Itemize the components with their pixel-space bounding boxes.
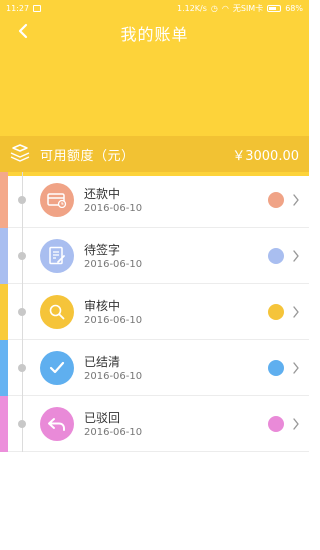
- timeline-dot: [18, 196, 26, 204]
- coin-stack-icon: [8, 143, 32, 165]
- search-icon: [40, 295, 74, 329]
- bill-status: 还款中: [84, 187, 121, 201]
- bill-row-rejected[interactable]: 已驳回 2016-06-10: [0, 396, 309, 452]
- bill-row-settled[interactable]: 已结清 2016-06-10: [0, 340, 309, 396]
- status-bar: 11:27 1.12K/s ◷ ◠ 无SIM卡 68%: [0, 0, 309, 16]
- notification-icon: [33, 4, 42, 12]
- bill-row-under-review[interactable]: 审核中 2016-06-10: [0, 284, 309, 340]
- status-color-dot: [268, 248, 284, 264]
- bill-page: 11:27 1.12K/s ◷ ◠ 无SIM卡 68% 我的账单 可用额度（元）…: [0, 0, 309, 550]
- status-color-dot: [268, 416, 284, 432]
- header: 11:27 1.12K/s ◷ ◠ 无SIM卡 68% 我的账单 可用额度（元）…: [0, 0, 309, 176]
- bill-list: 还款中 2016-06-10 待签字 2016-06-10 审核中 2016-0…: [0, 172, 309, 452]
- bill-date: 2016-06-10: [84, 371, 143, 382]
- chevron-right-icon: [293, 418, 299, 430]
- undo-arrow-icon: [40, 407, 74, 441]
- chevron-right-icon: [293, 362, 299, 374]
- document-sign-icon: [40, 239, 74, 273]
- status-time: 11:27: [6, 3, 30, 13]
- credit-amount: ￥3000.00: [232, 148, 299, 164]
- network-speed: 1.12K/s: [176, 3, 207, 13]
- battery-level: 68%: [285, 3, 303, 13]
- bill-date: 2016-06-10: [84, 315, 143, 326]
- check-icon: [40, 351, 74, 385]
- status-color-dot: [268, 192, 284, 208]
- alarm-icon: ◷: [210, 3, 218, 13]
- credit-bar: 可用额度（元） ￥3000.00: [0, 136, 309, 172]
- status-color-dot: [268, 304, 284, 320]
- bill-date: 2016-06-10: [84, 259, 143, 270]
- timeline-dot: [18, 252, 26, 260]
- status-stripe: [0, 172, 8, 228]
- bill-date: 2016-06-10: [84, 203, 143, 214]
- timeline-dot: [18, 364, 26, 372]
- page-title: 我的账单: [120, 25, 189, 44]
- status-color-dot: [268, 360, 284, 376]
- bill-status: 待签字: [84, 243, 121, 257]
- card-icon: [40, 183, 74, 217]
- timeline-dot: [18, 308, 26, 316]
- bill-status: 已结清: [84, 355, 121, 369]
- nav-bar: 我的账单: [0, 16, 309, 46]
- chevron-right-icon: [293, 306, 299, 318]
- status-stripe: [0, 340, 8, 396]
- bill-date: 2016-06-10: [84, 427, 143, 438]
- bill-status: 审核中: [84, 299, 121, 313]
- bill-status: 已驳回: [84, 411, 121, 425]
- timeline-dot: [18, 420, 26, 428]
- chevron-right-icon: [293, 194, 299, 206]
- chevron-right-icon: [293, 250, 299, 262]
- status-stripe: [0, 228, 8, 284]
- status-stripe: [0, 284, 8, 340]
- wifi-icon: ◠: [221, 3, 229, 13]
- bill-row-repaying[interactable]: 还款中 2016-06-10: [0, 172, 309, 228]
- credit-label: 可用额度（元）: [40, 148, 135, 164]
- status-stripe: [0, 396, 8, 452]
- carrier-label: 无SIM卡: [232, 3, 264, 13]
- battery-icon: [267, 4, 282, 12]
- bill-row-pending-signature[interactable]: 待签字 2016-06-10: [0, 228, 309, 284]
